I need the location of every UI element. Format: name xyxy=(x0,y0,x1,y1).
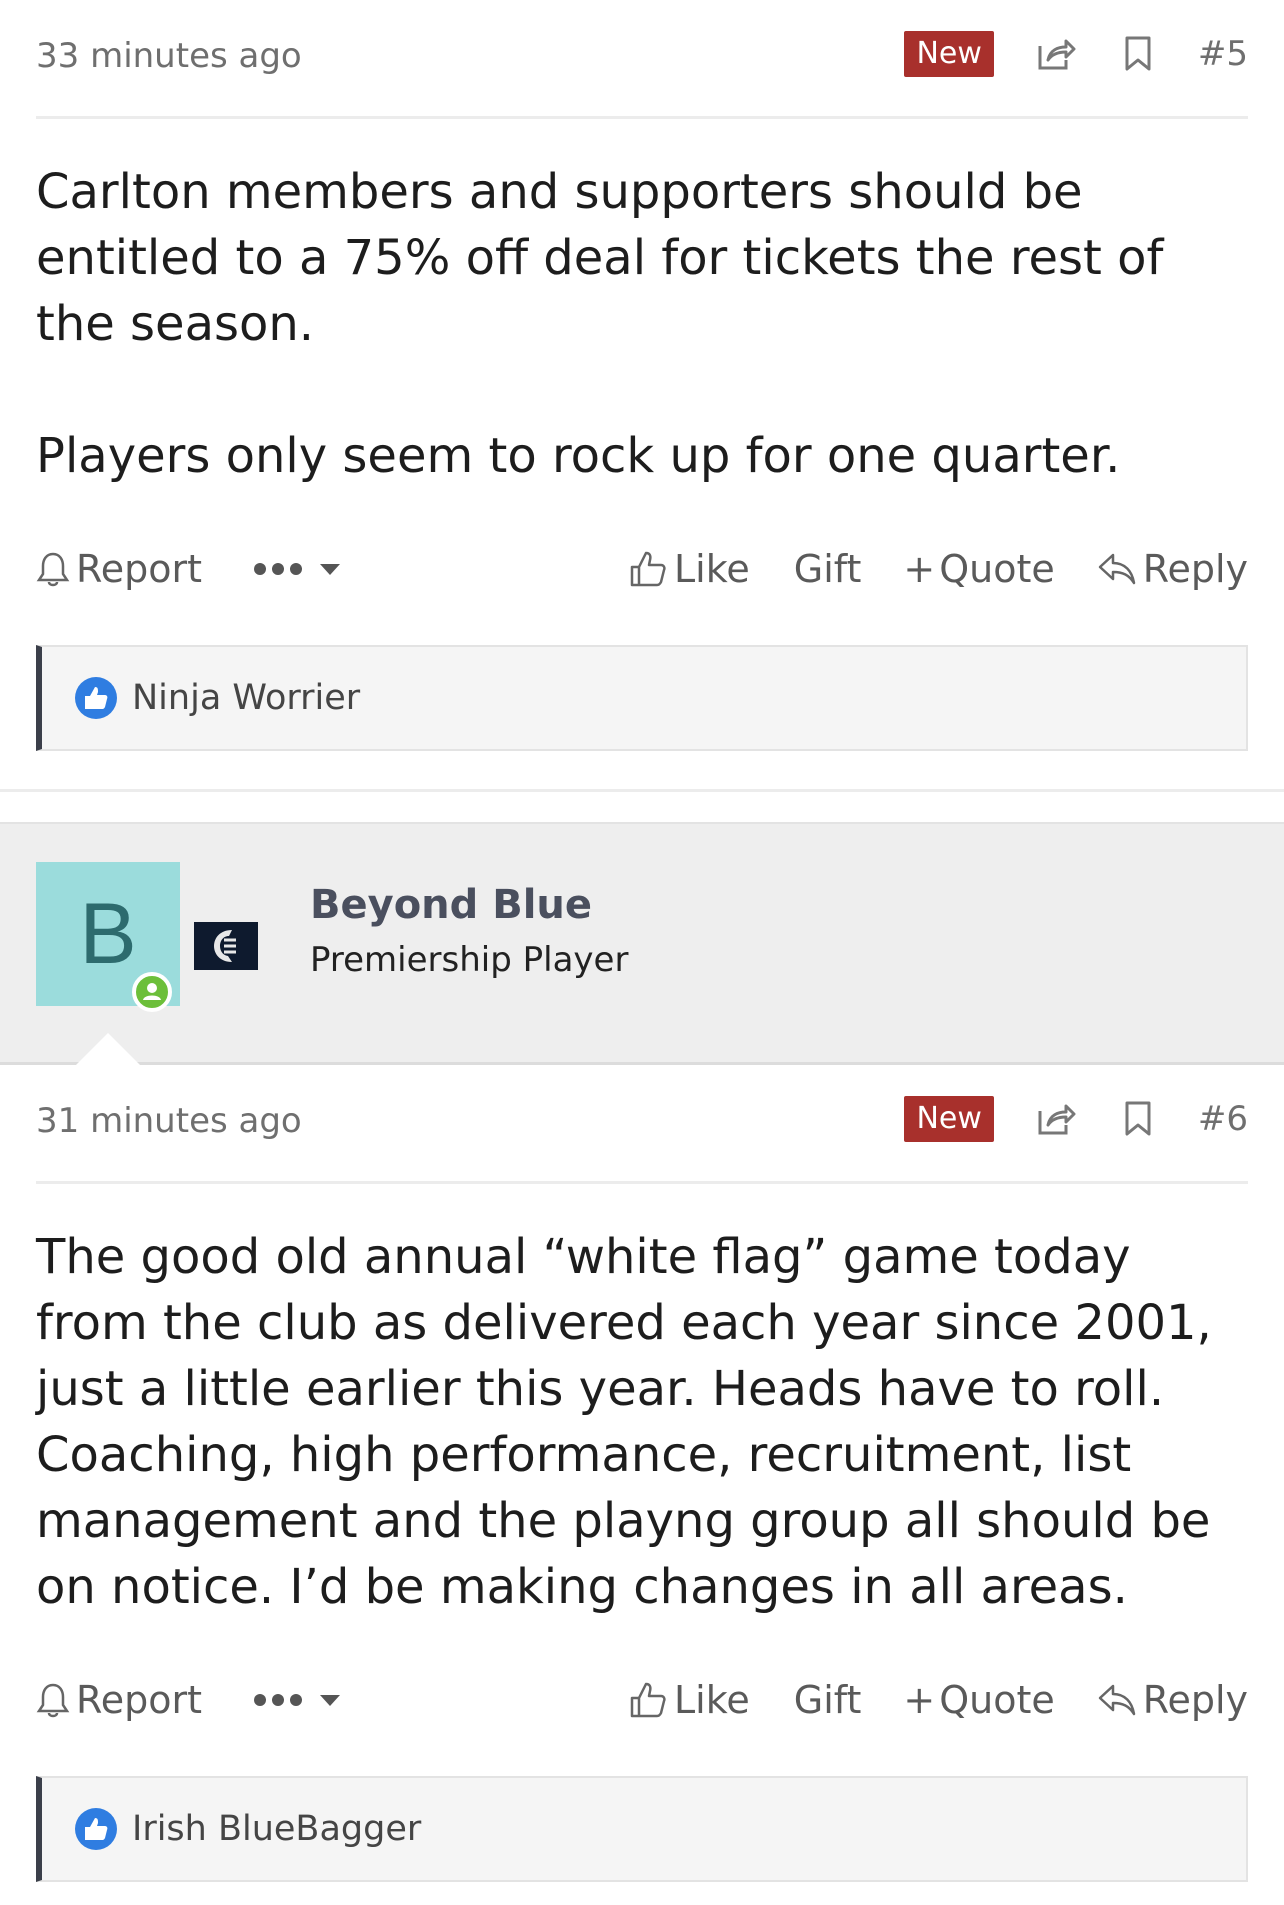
share-icon[interactable] xyxy=(1034,32,1078,76)
share-icon[interactable] xyxy=(1034,1097,1078,1141)
like-label: Like xyxy=(673,1678,750,1722)
reaction-user[interactable]: Ninja Worrier xyxy=(132,678,360,718)
online-status-icon xyxy=(132,972,172,1012)
avatar-letter: B xyxy=(79,885,137,982)
post-time[interactable]: 33 minutes ago xyxy=(36,36,302,76)
reply-button[interactable]: Reply xyxy=(1097,547,1248,591)
report-label: Report xyxy=(76,547,202,591)
author-name[interactable]: Beyond Blue xyxy=(310,882,592,928)
reply-icon xyxy=(1098,1684,1135,1716)
post-number[interactable]: #5 xyxy=(1198,34,1248,74)
new-badge: New xyxy=(904,1096,994,1142)
quote-label: Quote xyxy=(939,1678,1055,1722)
new-badge: New xyxy=(904,31,994,77)
post-paragraph: Players only seem to rock up for one qua… xyxy=(36,428,1121,484)
header-pointer xyxy=(76,1033,140,1065)
more-menu-button[interactable] xyxy=(253,1692,342,1708)
gift-button[interactable]: Gift xyxy=(794,1678,862,1722)
post-actions: Report Like Gift + Quote Reply xyxy=(36,1670,1248,1730)
post-time[interactable]: 31 minutes ago xyxy=(36,1101,302,1141)
report-button[interactable]: Report xyxy=(36,1678,202,1722)
author-title: Premiership Player xyxy=(310,940,629,980)
gift-label: Gift xyxy=(793,1678,862,1722)
plus-icon: + xyxy=(903,547,936,591)
team-logo-icon xyxy=(194,922,258,970)
gift-button[interactable]: Gift xyxy=(794,547,862,591)
more-menu-button[interactable] xyxy=(253,561,342,577)
caret-down-icon xyxy=(319,1695,340,1706)
post-6: 31 minutes ago New #6 The good old annua… xyxy=(0,1065,1284,1882)
post-body: The good old annual “white flag” game to… xyxy=(36,1224,1248,1620)
post-body: Carlton members and supporters should be… xyxy=(36,159,1248,489)
like-button[interactable]: Like xyxy=(628,547,750,591)
bell-icon xyxy=(36,1683,70,1718)
post-paragraph: Carlton members and supporters should be… xyxy=(36,164,1164,352)
gift-label: Gift xyxy=(793,547,862,591)
quote-button[interactable]: + Quote xyxy=(903,1678,1054,1722)
quote-label: Quote xyxy=(939,547,1055,591)
post-meta-actions: New #5 xyxy=(904,30,1248,78)
reply-icon xyxy=(1098,553,1135,585)
bookmark-icon[interactable] xyxy=(1116,32,1160,76)
post-paragraph: The good old annual “white flag” game to… xyxy=(36,1229,1212,1615)
bookmark-icon[interactable] xyxy=(1116,1097,1160,1141)
post-meta: 33 minutes ago New #5 xyxy=(36,0,1248,119)
reply-label: Reply xyxy=(1142,1678,1248,1722)
bell-icon xyxy=(36,552,70,587)
plus-icon: + xyxy=(903,1678,936,1722)
quote-button[interactable]: + Quote xyxy=(903,547,1054,591)
report-label: Report xyxy=(76,1678,202,1722)
reply-label: Reply xyxy=(1142,547,1248,591)
like-reaction-icon xyxy=(75,1808,117,1850)
post-meta: 31 minutes ago New #6 xyxy=(36,1065,1248,1184)
thumbs-up-icon xyxy=(630,551,666,587)
like-label: Like xyxy=(673,547,750,591)
reaction-user[interactable]: Irish BlueBagger xyxy=(132,1809,421,1849)
post-actions: Report Like Gift + Quote Reply xyxy=(36,539,1248,599)
author-header: B Beyond Blue Premiership Player xyxy=(0,822,1284,1065)
report-button[interactable]: Report xyxy=(36,547,202,591)
like-button[interactable]: Like xyxy=(628,1678,750,1722)
reactions-bar[interactable]: Irish BlueBagger xyxy=(36,1776,1248,1882)
caret-down-icon xyxy=(319,564,340,575)
thumbs-up-icon xyxy=(630,1682,666,1718)
post-meta-actions: New #6 xyxy=(904,1095,1248,1143)
reply-button[interactable]: Reply xyxy=(1097,1678,1248,1722)
reactions-bar[interactable]: Ninja Worrier xyxy=(36,645,1248,751)
post-5: 33 minutes ago New #5 Carlton members an… xyxy=(0,0,1284,751)
post-number[interactable]: #6 xyxy=(1198,1099,1248,1139)
like-reaction-icon xyxy=(75,677,117,719)
